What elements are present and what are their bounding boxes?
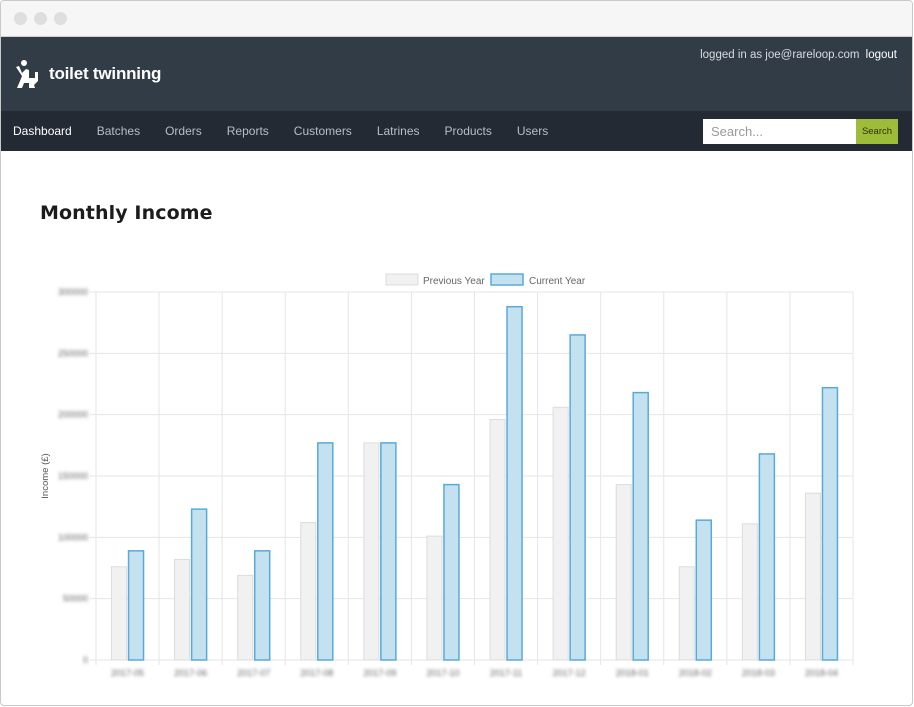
x-tick-label: 2017-12	[553, 668, 586, 678]
y-tick-label: 150000	[58, 471, 88, 481]
bar-previous-year[interactable]	[741, 523, 758, 661]
bar-previous-year[interactable]	[804, 492, 821, 661]
legend-swatch-previous-year	[385, 273, 419, 286]
bar-previous-year[interactable]	[237, 574, 254, 661]
y-axis-ticks: 0 50000 100000 150000 200000 250000 300000	[58, 287, 88, 665]
x-tick-label: 2017-07	[237, 668, 270, 678]
x-tick-label: 2018-01	[616, 668, 649, 678]
x-tick-label: 2017-11	[490, 668, 522, 678]
legend-label-previous-year: Previous Year	[423, 276, 485, 287]
x-tick-label: 2018-02	[679, 668, 712, 678]
y-tick-label: 0	[83, 655, 88, 665]
bar-previous-year[interactable]	[615, 484, 632, 661]
bar-previous-year[interactable]	[363, 442, 380, 661]
bar-current-year[interactable]	[190, 508, 208, 661]
x-tick-label: 2017-10	[426, 668, 459, 678]
bar-current-year[interactable]	[758, 453, 776, 661]
y-tick-label: 100000	[58, 532, 88, 542]
legend-label-current-year: Current Year	[529, 276, 586, 287]
bar-previous-year[interactable]	[111, 566, 128, 661]
bar-current-year[interactable]	[569, 334, 586, 661]
bar-current-year[interactable]	[317, 442, 334, 661]
y-tick-label: 50000	[63, 594, 88, 604]
y-tick-label: 300000	[58, 287, 88, 297]
x-tick-label: 2018-04	[805, 668, 838, 678]
bar-previous-year[interactable]	[300, 522, 317, 661]
y-tick-label: 200000	[58, 410, 88, 420]
bar-previous-year[interactable]	[426, 535, 443, 661]
bar-current-year[interactable]	[380, 442, 397, 661]
x-axis-ticks: 2017-05 2017-06 2017-07 2017-08 2017-09 2017-…	[111, 668, 838, 678]
bar-current-year[interactable]	[632, 391, 649, 661]
bar-current-year[interactable]	[506, 305, 523, 661]
legend-swatch-current-year	[490, 273, 524, 286]
x-tick-label: 2017-06	[174, 668, 207, 678]
bar-previous-year[interactable]	[174, 558, 191, 661]
bar-previous-year[interactable]	[552, 406, 569, 661]
x-tick-label: 2017-08	[300, 668, 333, 678]
x-tick-label: 2017-09	[363, 668, 396, 678]
bar-previous-year[interactable]	[489, 419, 506, 661]
income-chart: 0 50000 100000 150000 200000 250000 300000 201…	[40, 273, 854, 678]
x-tick-label: 2018-03	[742, 668, 775, 678]
chart-legend[interactable]: Previous Year Current Year	[385, 273, 586, 287]
bar-current-year[interactable]	[695, 519, 713, 661]
bar-previous-year[interactable]	[678, 566, 695, 661]
bar-current-year[interactable]	[253, 550, 271, 661]
bar-current-year[interactable]	[127, 550, 145, 661]
bar-current-year[interactable]	[821, 386, 839, 661]
y-axis-label: Income (£)	[40, 453, 51, 498]
x-tick-label: 2017-05	[111, 668, 144, 678]
bar-current-year[interactable]	[443, 483, 460, 661]
y-tick-label: 250000	[58, 348, 88, 358]
